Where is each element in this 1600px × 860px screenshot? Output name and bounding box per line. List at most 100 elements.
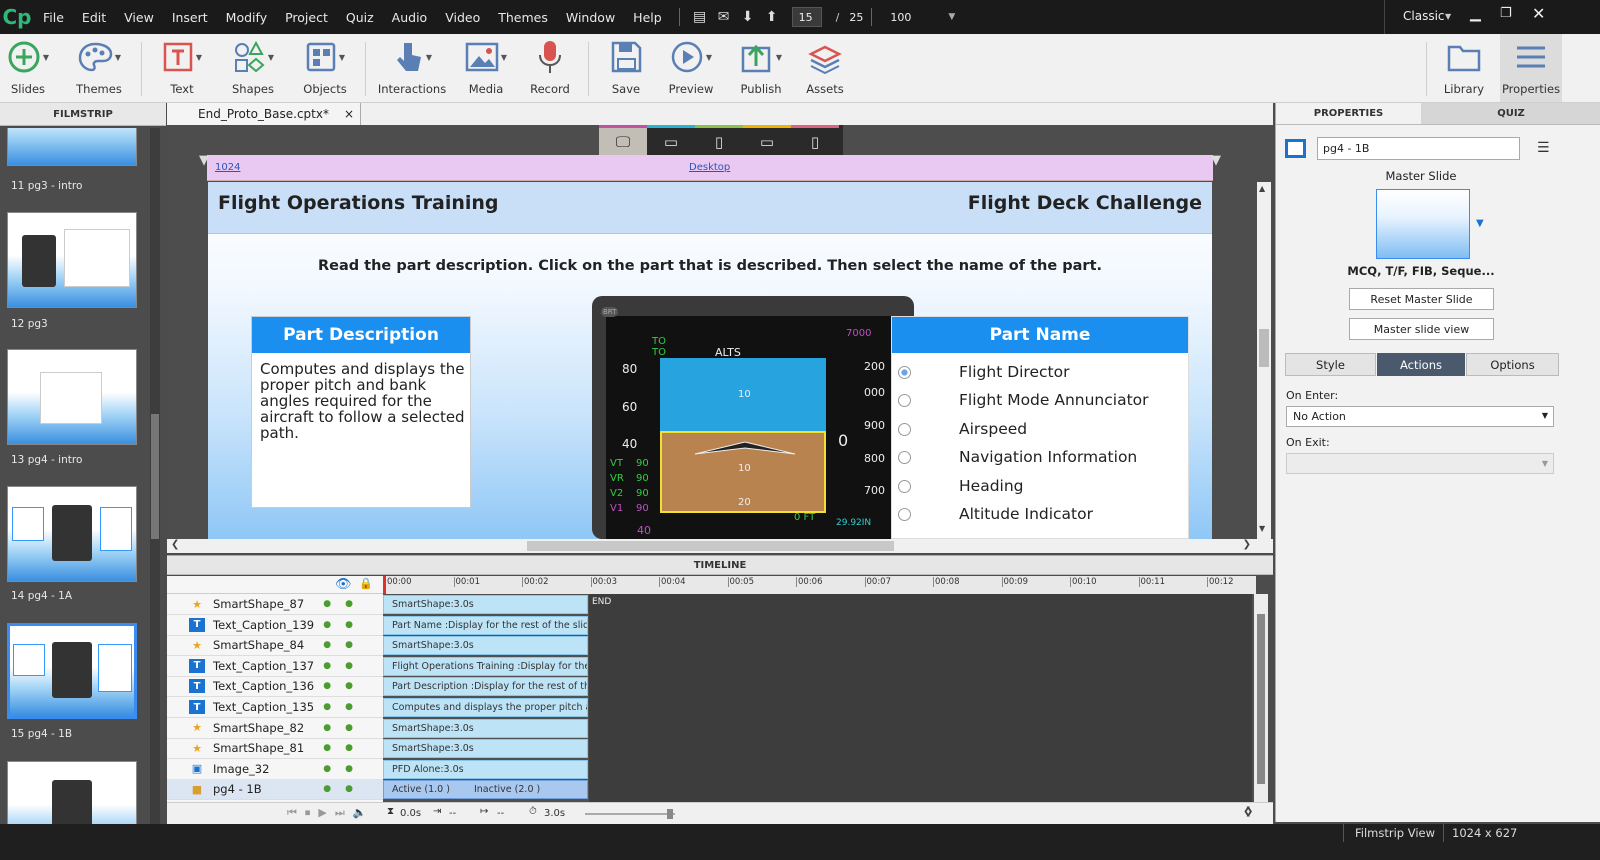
interactions-button[interactable]: ▼ Interactions (378, 38, 446, 100)
pfd-image[interactable]: BRT ALTS TO TO 80 60 40 40 VT VR V2 V1 9… (592, 296, 914, 539)
menu-view[interactable]: View (115, 10, 163, 25)
timeline-bar[interactable]: PFD Alone:3.0s (383, 759, 588, 779)
arrow-up-icon[interactable]: ⬆ (760, 9, 784, 25)
phone-landscape-button[interactable]: ▭ (743, 125, 791, 155)
slide-thumbnail[interactable] (7, 128, 137, 166)
slide-thumbnail[interactable] (7, 761, 137, 826)
layer-visibility-lock-dots[interactable]: ●● (323, 702, 367, 712)
slide-right-title[interactable]: Flight Deck Challenge (968, 192, 1202, 214)
tablet-landscape-button[interactable]: ▭ (647, 125, 695, 155)
restore-icon[interactable]: ❐ (1500, 6, 1512, 21)
timeline-bar[interactable]: SmartShape:3.0s (383, 636, 588, 656)
timeline-layer-row[interactable]: ★ SmartShape_87 ●● (167, 594, 383, 615)
radio[interactable] (898, 422, 911, 436)
slide-thumbnail[interactable] (7, 349, 137, 445)
stage-vertical-scrollbar[interactable]: ▲ ▼ (1257, 182, 1271, 539)
chevron-down-icon[interactable]: ▼ (1445, 12, 1451, 21)
themes-button[interactable]: ▼ Themes (72, 38, 126, 100)
timeline-ruler[interactable]: 00:00 00:01 00:02 00:03 00:04 00:05 00:06 00:07… (383, 576, 1256, 594)
objects-button[interactable]: ▼ Objects (300, 38, 350, 100)
part-option-flight-mode-annunciator[interactable]: Flight Mode Annunciator (898, 391, 1149, 409)
menu-file[interactable]: File (34, 10, 73, 25)
timeline-layer-row[interactable]: T Text_Caption_135 ●● (167, 697, 383, 718)
part-option-heading[interactable]: Heading (898, 477, 1024, 495)
ruler-width[interactable]: 1024 (215, 162, 240, 173)
timeline-vertical-scrollbar[interactable] (1254, 594, 1268, 822)
document-tab[interactable]: End_Proto_Base.cptx* × (167, 103, 361, 125)
timeline-zoom-slider[interactable] (585, 809, 675, 819)
master-slide-view-button[interactable]: Master slide view (1349, 318, 1494, 340)
timeline-layer-row[interactable]: ■ pg4 - 1B ●● (167, 779, 383, 801)
menu-themes[interactable]: Themes (489, 10, 557, 25)
part-option-flight-director[interactable]: Flight Director (898, 363, 1069, 381)
master-dropdown-icon[interactable]: ▼ (1476, 218, 1484, 229)
close-tab-icon[interactable]: × (344, 107, 354, 121)
minimize-icon[interactable]: ▁ (1470, 6, 1481, 22)
menu-insert[interactable]: Insert (163, 10, 217, 25)
master-slide-thumbnail[interactable] (1376, 189, 1470, 259)
slide-thumbnail[interactable] (7, 486, 137, 582)
part-option-altitude-indicator[interactable]: Altitude Indicator (898, 505, 1093, 523)
slide-thumbnail-selected[interactable] (7, 623, 137, 719)
tab-style[interactable]: Style (1285, 353, 1376, 376)
menu-project[interactable]: Project (276, 10, 337, 25)
device-label[interactable]: Desktop (689, 162, 730, 173)
publish-button[interactable]: ▼ Publish (738, 38, 784, 100)
timeline-bar[interactable]: Part Description :Display for the rest o… (383, 677, 588, 697)
tab-actions[interactable]: Actions (1377, 353, 1465, 376)
timeline-layer-row[interactable]: ▣ Image_32 ●● (167, 759, 383, 780)
menu-window[interactable]: Window (557, 10, 624, 25)
timeline-scroll-right-icon[interactable]: ❯ (1245, 806, 1253, 817)
phone-portrait-button[interactable]: ▯ (791, 125, 839, 155)
menu-modify[interactable]: Modify (217, 10, 276, 25)
timeline-bar[interactable]: SmartShape:3.0s (383, 739, 588, 759)
radio[interactable] (898, 393, 911, 407)
eye-icon[interactable]: 👁 (335, 577, 352, 592)
menu-edit[interactable]: Edit (73, 10, 115, 25)
part-option-navigation-information[interactable]: Navigation Information (898, 448, 1137, 466)
playhead[interactable] (383, 576, 386, 594)
slide-left-title[interactable]: Flight Operations Training (218, 192, 499, 214)
timeline-layer-row[interactable]: ★ SmartShape_84 ●● (167, 635, 383, 657)
close-icon[interactable]: ✕ (1532, 4, 1545, 23)
chevron-down-icon[interactable]: ▼ (948, 12, 955, 22)
on-exit-select[interactable]: ▼ (1286, 453, 1554, 474)
layer-visibility-lock-dots[interactable]: ●● (323, 784, 367, 794)
save-button[interactable]: Save (606, 38, 646, 100)
timeline-bar[interactable]: Active (1.0 ) Inactive (2.0 ) (383, 780, 588, 800)
playhead-start-icon[interactable]: ⧗ (387, 806, 394, 817)
timeline-bar[interactable]: SmartShape:3.0s (383, 718, 588, 738)
layer-visibility-lock-dots[interactable]: ●● (323, 640, 367, 650)
menu-help[interactable]: Help (624, 10, 671, 25)
filmstrip-scrollbar[interactable] (150, 128, 160, 826)
slide-thumbnail[interactable] (7, 212, 137, 308)
layer-visibility-lock-dots[interactable]: ●● (323, 743, 367, 753)
tab-quiz[interactable]: QUIZ (1421, 103, 1600, 125)
layer-visibility-lock-dots[interactable]: ●● (323, 620, 367, 630)
layer-visibility-lock-dots[interactable]: ●● (323, 599, 367, 609)
part-option-airspeed[interactable]: Airspeed (898, 420, 1027, 438)
record-button[interactable]: Record (528, 38, 572, 100)
comments-icon[interactable]: ▤ (688, 9, 712, 25)
layer-visibility-lock-dots[interactable]: ●● (323, 723, 367, 733)
slide-instruction[interactable]: Read the part description. Click on the … (208, 258, 1212, 274)
layer-visibility-lock-dots[interactable]: ●● (323, 681, 367, 691)
radio[interactable] (898, 450, 911, 464)
menu-video[interactable]: Video (436, 10, 489, 25)
playback-controls[interactable]: ⏮⏹▶⏭🔈 (287, 806, 374, 820)
scroll-up-icon[interactable]: ▲ (1259, 184, 1265, 193)
duration-span-icon[interactable]: ↦ (480, 806, 488, 817)
menu-audio[interactable]: Audio (383, 10, 437, 25)
current-slide-input[interactable]: 15 (791, 7, 822, 27)
zoom-select[interactable]: 100 (890, 11, 948, 24)
part-description-box[interactable]: Part Description Computes and displays t… (251, 316, 471, 508)
timeline-layer-row[interactable]: T Text_Caption_137 ●● (167, 656, 383, 677)
timeline-layer-row[interactable]: ★ SmartShape_81 ●● (167, 738, 383, 760)
timeline-bar[interactable]: SmartShape:3.0s (383, 595, 588, 614)
arrow-down-icon[interactable]: ⬇ (736, 9, 760, 25)
mail-icon[interactable]: ✉ (712, 9, 736, 25)
scroll-left-icon[interactable]: ❮ (171, 539, 179, 550)
workspace-select[interactable]: Classic (1403, 9, 1445, 23)
timeline-bar[interactable]: Computes and displays the proper pitch a… (383, 698, 588, 717)
timeline-bar[interactable]: Part Name :Display for the rest of the s… (383, 615, 588, 635)
